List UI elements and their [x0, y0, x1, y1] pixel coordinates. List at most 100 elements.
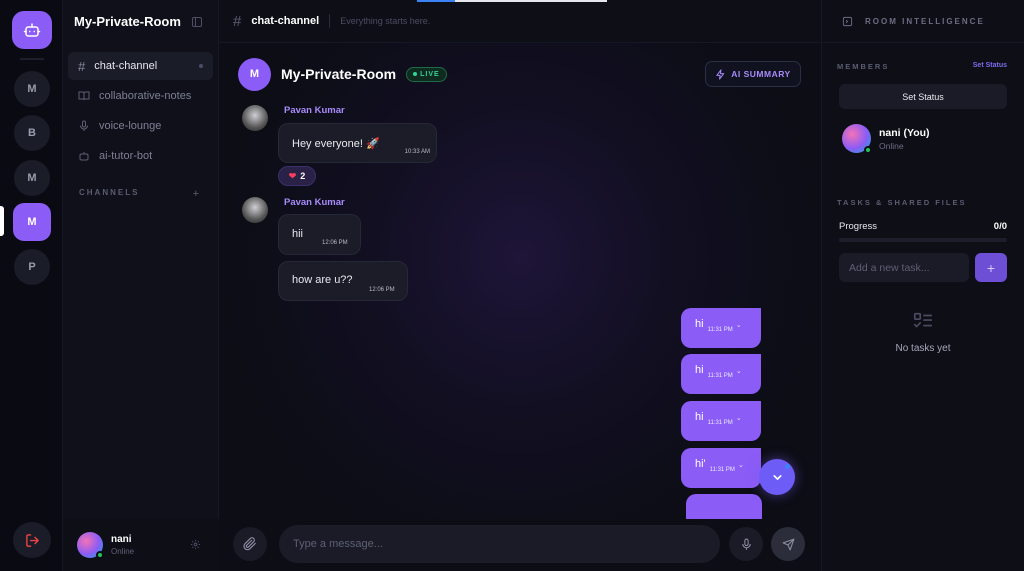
app-window: M B M M P My-Private-Room # chat-channel…: [0, 0, 1024, 571]
plus-icon: +: [986, 259, 996, 276]
message-time: 10:33 AM: [404, 149, 430, 155]
server-1-button[interactable]: M: [14, 71, 50, 107]
server-4-button[interactable]: M: [13, 203, 51, 241]
bot-icon: [23, 23, 41, 37]
channel-item-ai-tutor-bot[interactable]: ai-tutor-bot: [68, 142, 213, 170]
live-dot: [413, 72, 418, 76]
my-message-bubble-partial: [686, 494, 762, 519]
message-text: how are u??: [292, 274, 353, 286]
paperclip-icon: [243, 537, 256, 551]
message-bubble: hii 12:06 PM: [278, 214, 361, 255]
logout-button[interactable]: [13, 522, 51, 558]
message-bubble: how are u?? 12:06 PM: [278, 261, 408, 301]
panel-title: ROOM INTELLIGENCE: [865, 16, 985, 26]
ai-summary-button[interactable]: AI SUMMARY: [705, 61, 801, 87]
message-time: 11:31 PM: [709, 467, 735, 473]
message-text: Hey everyone! 🚀: [292, 138, 380, 150]
logout-icon: [25, 533, 39, 547]
my-message-bubble: hi 11:31 PM ⌄: [681, 401, 761, 441]
message-text: hi: [695, 364, 704, 376]
user-name: nani: [111, 534, 132, 545]
member-status: Online: [879, 140, 904, 151]
server-initial: M: [27, 83, 37, 95]
heart-icon: ❤: [288, 170, 297, 181]
set-status-button[interactable]: Set Status: [839, 84, 1007, 109]
server-3-button[interactable]: M: [14, 160, 50, 196]
avatar[interactable]: [242, 197, 268, 223]
lightning-icon: [716, 68, 725, 80]
avatar[interactable]: [242, 105, 268, 131]
progress-row: Progress 0/0: [839, 221, 1007, 232]
section-label: CHANNELS: [79, 188, 140, 197]
channel-title: chat-channel: [251, 15, 320, 27]
check-icon: ⌄: [735, 322, 742, 329]
room-avatar: M: [238, 57, 271, 91]
add-task-button[interactable]: +: [975, 253, 1007, 282]
channel-item-voice-lounge[interactable]: voice-lounge: [68, 112, 213, 140]
server-initial: M: [27, 172, 37, 184]
live-label: LIVE: [420, 70, 440, 78]
message-time: 12:06 PM: [322, 240, 348, 246]
room-title: My-Private-Room: [281, 66, 397, 82]
message-time: 11:31 PM: [707, 420, 733, 426]
add-channel-icon[interactable]: +: [193, 188, 199, 200]
attach-button[interactable]: [233, 527, 267, 561]
channel-sidebar: My-Private-Room # chat-channel collabora…: [63, 0, 219, 571]
top-bar: # chat-channel Everything starts here.: [219, 0, 821, 43]
server-initial: M: [27, 216, 37, 228]
progress-value: 0/0: [993, 221, 1007, 232]
progress-bar: [839, 238, 1007, 242]
scroll-to-bottom-button[interactable]: [759, 459, 795, 495]
channel-description: Everything starts here.: [340, 16, 431, 26]
check-icon: ⌄: [737, 462, 744, 469]
sidebar-header: My-Private-Room: [63, 0, 218, 43]
message-time: 12:06 PM: [369, 287, 395, 293]
panel-toggle-icon[interactable]: [842, 16, 853, 27]
bot-icon: [79, 152, 89, 161]
server-rail: M B M M P: [0, 0, 63, 571]
check-icon: ⌄: [735, 415, 742, 422]
message-time: 11:31 PM: [707, 373, 733, 379]
channel-item-collaborative-notes[interactable]: collaborative-notes: [68, 82, 213, 110]
message-time: 11:31 PM: [707, 327, 733, 333]
message-input-placeholder: Type a message...: [293, 538, 383, 550]
room-header: M My-Private-Room LIVE AI SUMMARY: [219, 44, 821, 104]
send-icon: [782, 538, 794, 550]
server-initial: P: [28, 261, 36, 273]
hash-icon: #: [233, 12, 242, 30]
collapse-sidebar-icon[interactable]: [191, 16, 203, 28]
channel-label: voice-lounge: [99, 120, 162, 132]
avatar: [842, 124, 872, 154]
avatar[interactable]: [77, 532, 104, 559]
tasks-label: TASKS & SHARED FILES: [837, 198, 967, 207]
bot-home-button[interactable]: [12, 11, 52, 49]
mic-icon: [80, 120, 88, 131]
message-text: hi: [695, 411, 704, 423]
server-2-button[interactable]: B: [14, 115, 50, 151]
send-button[interactable]: [771, 527, 805, 561]
room-intelligence-panel: ROOM INTELLIGENCE MEMBERS Set Status Set…: [821, 0, 1024, 571]
mic-icon: [741, 538, 751, 550]
member-item[interactable]: nani (You) Online: [842, 124, 930, 154]
my-message-bubble: hi 11:31 PM ⌄: [681, 308, 761, 348]
my-message-bubble: hi 11:31 PM ⌄: [681, 354, 761, 394]
chat-main: # chat-channel Everything starts here. M…: [219, 0, 821, 571]
channel-label: chat-channel: [94, 60, 158, 72]
task-input[interactable]: Add a new task...: [839, 253, 969, 282]
voice-button[interactable]: [729, 527, 763, 561]
task-input-placeholder: Add a new task...: [849, 261, 930, 274]
loading-bar: [417, 0, 607, 2]
book-icon: [78, 91, 90, 101]
gear-icon[interactable]: [190, 539, 201, 550]
ai-summary-label: AI SUMMARY: [731, 69, 791, 79]
channel-dot: [199, 64, 203, 68]
channel-item-chat-channel[interactable]: # chat-channel: [68, 52, 213, 80]
channel-label: ai-tutor-bot: [99, 150, 153, 162]
reaction-badge[interactable]: ❤ 2: [278, 166, 316, 186]
server-5-button[interactable]: P: [14, 249, 50, 285]
set-status-link[interactable]: Set Status: [973, 62, 1007, 69]
chevron-down-icon: [772, 474, 782, 480]
members-label: MEMBERS: [837, 62, 890, 71]
message-text: hii: [292, 228, 304, 240]
message-input[interactable]: Type a message...: [279, 525, 720, 563]
